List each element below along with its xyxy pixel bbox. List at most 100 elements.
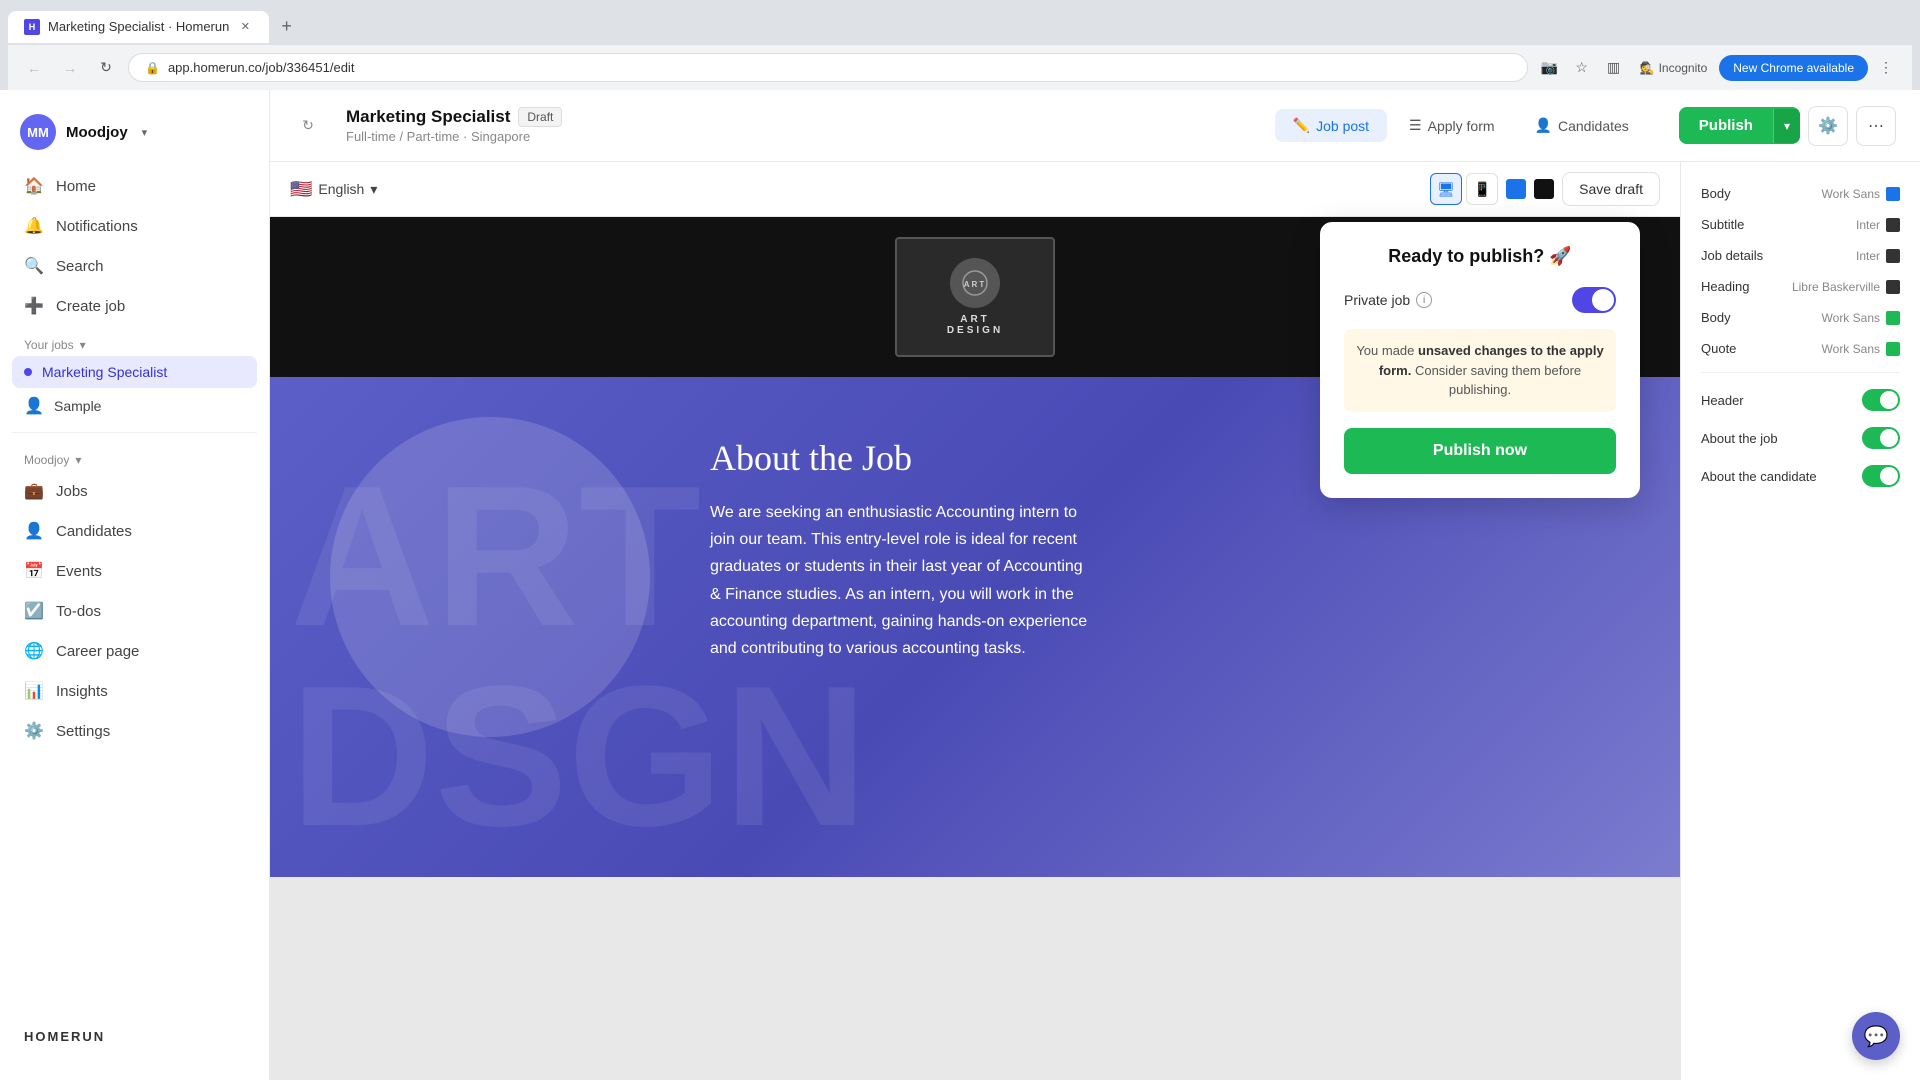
private-job-row: Private job i (1344, 287, 1616, 313)
org-header[interactable]: MM Moodjoy ▾ (0, 106, 269, 166)
new-tab-button[interactable]: + (273, 8, 300, 45)
sidebar-item-label: Candidates (56, 523, 132, 540)
sidebar-toggle-button[interactable]: ▥ (1600, 54, 1628, 82)
job-subtitle: Full-time / Part-time · Singapore (346, 129, 562, 144)
bookmark-button[interactable]: ☆ (1568, 54, 1596, 82)
browser-toolbar: ← → ↻ 🔒 app.homerun.co/job/336451/edit 📷… (8, 45, 1912, 90)
settings-gear-button[interactable]: ⚙️ (1808, 106, 1848, 146)
desktop-view-button[interactable]: 🖥 (1430, 173, 1462, 205)
toggle-row-about-candidate: About the candidate (1681, 457, 1920, 495)
about-job-toggle[interactable] (1862, 427, 1900, 449)
about-candidate-toggle[interactable] (1862, 465, 1900, 487)
info-icon[interactable]: i (1416, 292, 1432, 308)
address-bar[interactable]: 🔒 app.homerun.co/job/336451/edit (128, 53, 1528, 82)
header-toggle[interactable] (1862, 389, 1900, 411)
toolbar-actions: 📷 ☆ ▥ 🕵️ Incognito New Chrome available … (1536, 54, 1900, 82)
back-button[interactable]: ← (20, 54, 48, 82)
sidebar-item-search[interactable]: 🔍 Search (12, 246, 257, 286)
svg-text:ART: ART (964, 280, 986, 289)
refresh-job-button[interactable]: ↻ (294, 112, 322, 140)
toggle-label: About the job (1701, 431, 1778, 446)
search-icon: 🔍 (24, 256, 44, 276)
calendar-icon: 📅 (24, 561, 44, 581)
sidebar-item-create-job[interactable]: ➕ Create job (12, 286, 257, 326)
new-chrome-button[interactable]: New Chrome available (1719, 55, 1868, 81)
job-name: Marketing Specialist (346, 107, 510, 127)
incognito-indicator: 🕵️ Incognito (1632, 57, 1716, 79)
sidebar-item-events[interactable]: 📅 Events (12, 551, 257, 591)
private-job-toggle[interactable] (1572, 287, 1616, 313)
sidebar-item-label: To-dos (56, 603, 101, 620)
panel-divider (1701, 372, 1900, 373)
browser-frame: H Marketing Specialist · Homerun ✕ + ← →… (0, 0, 1920, 1080)
forward-button[interactable]: → (56, 54, 84, 82)
font-label: Heading (1701, 279, 1749, 294)
save-draft-button[interactable]: Save draft (1562, 172, 1660, 206)
reload-button[interactable]: ↻ (92, 54, 120, 82)
font-row-job-details: Job details Inter (1681, 240, 1920, 271)
sidebar-item-label: Notifications (56, 218, 138, 235)
publish-now-button[interactable]: Publish now (1344, 428, 1616, 474)
sidebar-divider (12, 432, 257, 433)
more-options-button[interactable]: ⋯ (1856, 106, 1896, 146)
your-jobs-label: Your jobs ▾ (0, 326, 269, 356)
font-row-quote: Quote Work Sans (1681, 333, 1920, 364)
plus-icon: ➕ (24, 296, 44, 316)
font-label: Subtitle (1701, 217, 1744, 232)
color-swatch-blue (1506, 179, 1526, 199)
briefcase-icon: 💼 (24, 481, 44, 501)
font-name: Work Sans (1822, 187, 1880, 201)
job-item-sample[interactable]: 👤 Sample (12, 388, 257, 424)
browser-tabs: H Marketing Specialist · Homerun ✕ + (8, 8, 1912, 45)
incognito-icon: 🕵️ (1640, 61, 1655, 75)
popup-title: Ready to publish? 🚀 (1344, 246, 1616, 267)
job-title-row: Marketing Specialist Draft (346, 107, 562, 127)
home-icon: 🏠 (24, 176, 44, 196)
chat-support-button[interactable]: 💬 (1852, 1012, 1900, 1060)
tab-job-post[interactable]: ✏️ Job post (1275, 109, 1387, 142)
tab-candidates[interactable]: 👤 Candidates (1517, 109, 1647, 142)
sidebar-item-notifications[interactable]: 🔔 Notifications (12, 206, 257, 246)
sidebar-item-label: Create job (56, 298, 125, 315)
publish-main-button[interactable]: Publish (1679, 107, 1773, 144)
homerun-logo: HOMERUN (0, 1009, 269, 1064)
tab-close-button[interactable]: ✕ (237, 19, 253, 35)
tab-title: Marketing Specialist · Homerun (48, 19, 229, 34)
camera-icon-button[interactable]: 📷 (1536, 54, 1564, 82)
top-bar: ↻ Marketing Specialist Draft Full-time /… (270, 90, 1920, 162)
sidebar-item-label: Career page (56, 643, 139, 660)
more-options-icon[interactable]: ⋮ (1872, 54, 1900, 82)
sidebar-item-jobs[interactable]: 💼 Jobs (12, 471, 257, 511)
color-swatch-body[interactable] (1886, 187, 1900, 201)
job-item-label: Marketing Specialist (42, 364, 167, 380)
sidebar-item-label: Search (56, 258, 104, 275)
job-item-marketing-specialist[interactable]: Marketing Specialist (12, 356, 257, 388)
color-swatch-heading[interactable] (1886, 280, 1900, 294)
toggle-row-about-job: About the job (1681, 419, 1920, 457)
sidebar-item-todos[interactable]: ☑️ To-dos (12, 591, 257, 631)
chart-icon: 📊 (24, 681, 44, 701)
toggle-label: About the candidate (1701, 469, 1817, 484)
publish-dropdown-button[interactable]: ▾ (1773, 109, 1800, 143)
job-item-label: Sample (54, 398, 101, 414)
color-swatch-quote[interactable] (1886, 342, 1900, 356)
sidebar-item-candidates[interactable]: 👤 Candidates (12, 511, 257, 551)
mobile-view-button[interactable]: 📱 (1466, 173, 1498, 205)
flag-icon: 🇺🇸 (290, 179, 312, 200)
color-swatch-job-details[interactable] (1886, 249, 1900, 263)
color-swatch-body2[interactable] (1886, 311, 1900, 325)
tab-apply-form[interactable]: ☰ Apply form (1391, 109, 1512, 142)
incognito-label: Incognito (1659, 61, 1708, 75)
language-selector[interactable]: 🇺🇸 English ▾ (290, 179, 377, 200)
editor-area: 🇺🇸 English ▾ 🖥 📱 Save draft (270, 162, 1920, 1080)
color-swatch-subtitle[interactable] (1886, 218, 1900, 232)
job-dot (24, 368, 32, 376)
active-tab[interactable]: H Marketing Specialist · Homerun ✕ (8, 11, 269, 43)
sidebar-item-career-page[interactable]: 🌐 Career page (12, 631, 257, 671)
color-swatch-dark (1534, 179, 1554, 199)
sidebar-item-settings[interactable]: ⚙️ Settings (12, 711, 257, 751)
font-name: Libre Baskerville (1792, 280, 1880, 294)
sidebar-item-home[interactable]: 🏠 Home (12, 166, 257, 206)
person-icon: 👤 (24, 396, 44, 416)
sidebar-item-insights[interactable]: 📊 Insights (12, 671, 257, 711)
